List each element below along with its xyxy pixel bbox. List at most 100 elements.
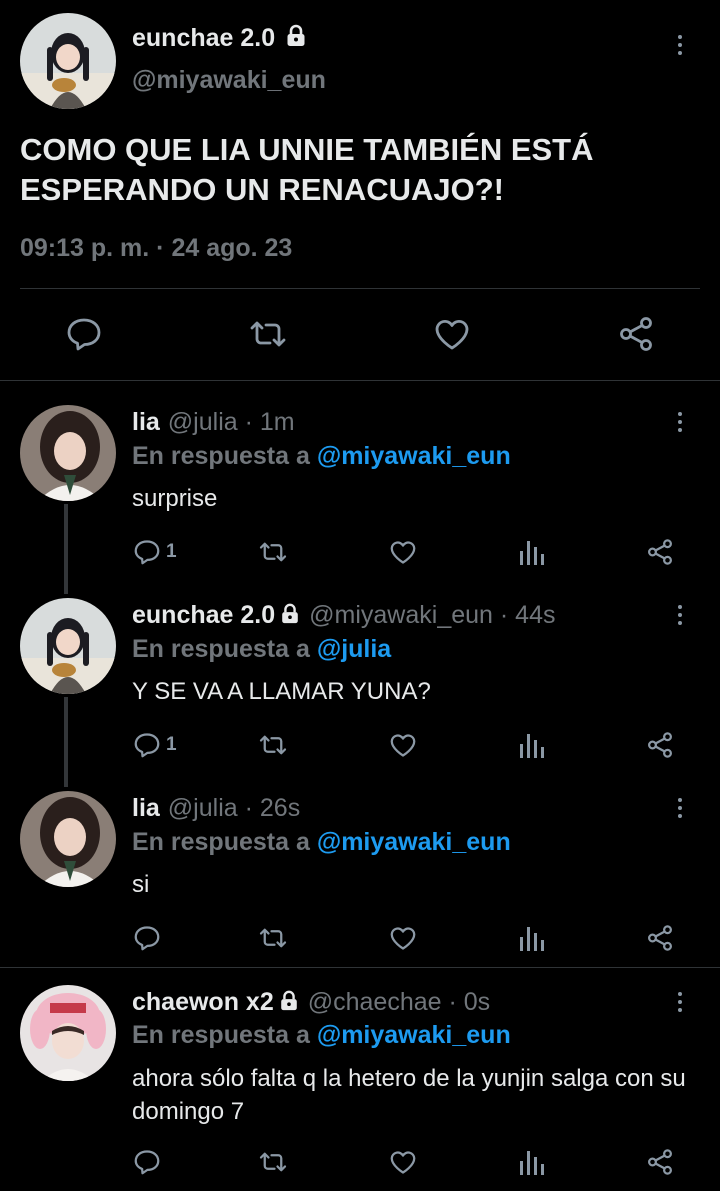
- reply-text: ahora sólo falta q la hetero de la yunji…: [132, 1065, 686, 1125]
- reply-prefix: En respuesta a: [132, 828, 310, 856]
- like-button[interactable]: [388, 923, 418, 953]
- avatar[interactable]: [20, 405, 116, 501]
- main-tweet-handle[interactable]: @miyawaki_eun: [132, 66, 326, 95]
- retweet-icon: [259, 928, 287, 948]
- retweet-button[interactable]: [258, 923, 288, 953]
- avatar[interactable]: [20, 791, 116, 887]
- reply-context: En respuesta a @julia: [132, 635, 391, 664]
- divider: [20, 288, 700, 289]
- like-icon: [390, 1151, 416, 1174]
- main-tweet-text: COMO QUE LIA UNNIE TAMBIÉN ESTÁ ESPERAND…: [20, 132, 594, 207]
- share-icon: [648, 539, 672, 565]
- more-options-icon[interactable]: [670, 987, 690, 1017]
- retweet-icon: [259, 735, 287, 755]
- display-name[interactable]: eunchae 2.0: [132, 24, 275, 52]
- like-icon: [390, 734, 416, 757]
- time-ago[interactable]: · 0s: [449, 988, 491, 1016]
- reply-count: 1: [166, 541, 177, 562]
- reply-icon: [134, 733, 160, 758]
- views-icon: [520, 1151, 544, 1175]
- like-icon: [390, 541, 416, 564]
- reply-header: eunchae 2.0 @miyawaki_eun · 44s: [132, 601, 555, 630]
- handle[interactable]: @chaechae: [308, 988, 442, 1016]
- reply-prefix: En respuesta a: [132, 635, 310, 663]
- like-button[interactable]: [388, 1147, 418, 1177]
- retweet-button[interactable]: [258, 730, 288, 760]
- thread-line: [64, 504, 68, 594]
- views-icon: [520, 927, 544, 951]
- main-tweet-name[interactable]: eunchae 2.0: [132, 24, 308, 53]
- reply-icon: [134, 540, 160, 565]
- avatar[interactable]: [20, 985, 116, 1081]
- avatar[interactable]: [20, 598, 116, 694]
- reply-header: chaewon x2 @chaechae · 0s: [132, 988, 490, 1017]
- reply-button[interactable]: 1: [132, 730, 177, 760]
- like-button[interactable]: [388, 730, 418, 760]
- handle[interactable]: @julia: [168, 794, 238, 822]
- mention-link[interactable]: @miyawaki_eun: [317, 1021, 511, 1049]
- more-options-icon[interactable]: [670, 407, 690, 437]
- share-icon: [648, 925, 672, 951]
- share-icon: [648, 1149, 672, 1175]
- reply-prefix: En respuesta a: [132, 1021, 310, 1049]
- share-button[interactable]: [645, 923, 675, 953]
- display-name[interactable]: lia: [132, 408, 160, 436]
- share-button[interactable]: [645, 730, 675, 760]
- reply-prefix: En respuesta a: [132, 442, 310, 470]
- reply-header: lia @julia · 26s: [132, 794, 300, 823]
- share-button[interactable]: [645, 1147, 675, 1177]
- divider: [0, 380, 720, 381]
- share-icon[interactable]: [616, 314, 656, 354]
- more-options-icon[interactable]: [670, 600, 690, 630]
- like-button[interactable]: [388, 537, 418, 567]
- handle[interactable]: @miyawaki_eun: [309, 601, 493, 629]
- time-ago[interactable]: · 44s: [500, 601, 556, 629]
- views-icon: [520, 541, 544, 565]
- retweet-button[interactable]: [258, 1147, 288, 1177]
- retweet-icon: [259, 542, 287, 562]
- reply-header: lia @julia · 1m: [132, 408, 295, 437]
- reply-button[interactable]: [132, 1147, 162, 1177]
- reply-context: En respuesta a @miyawaki_eun: [132, 442, 511, 471]
- reply-icon: [134, 1150, 160, 1175]
- display-name[interactable]: lia: [132, 794, 160, 822]
- mention-link[interactable]: @miyawaki_eun: [317, 828, 511, 856]
- like-icon[interactable]: [432, 314, 472, 354]
- time-ago[interactable]: · 1m: [245, 408, 295, 436]
- like-icon: [390, 927, 416, 950]
- mention-link[interactable]: @julia: [317, 635, 391, 663]
- main-tweet-timestamp[interactable]: 09:13 p. m. · 24 ago. 23: [20, 234, 292, 263]
- share-button[interactable]: [645, 537, 675, 567]
- retweet-icon[interactable]: [248, 314, 288, 354]
- reply-button[interactable]: [132, 923, 162, 953]
- reply-text: Y SE VA A LLAMAR YUNA?: [132, 678, 431, 705]
- lock-icon: [282, 603, 298, 624]
- retweet-icon: [259, 1152, 287, 1172]
- avatar-main[interactable]: [20, 13, 116, 109]
- handle[interactable]: @julia: [168, 408, 238, 436]
- mention-link[interactable]: @miyawaki_eun: [317, 442, 511, 470]
- lock-icon: [280, 990, 297, 1011]
- views-button[interactable]: [518, 923, 546, 953]
- reply-icon[interactable]: [64, 314, 104, 354]
- more-options-icon[interactable]: [670, 793, 690, 823]
- views-button[interactable]: [518, 730, 546, 760]
- reply-button[interactable]: 1: [132, 537, 177, 567]
- time-ago[interactable]: · 26s: [245, 794, 301, 822]
- reply-text: si: [132, 871, 150, 898]
- display-name[interactable]: chaewon x2: [132, 988, 274, 1016]
- retweet-button[interactable]: [258, 537, 288, 567]
- thread-line: [64, 697, 68, 787]
- reply-context: En respuesta a @miyawaki_eun: [132, 1021, 511, 1050]
- share-icon: [648, 732, 672, 758]
- reply-icon: [134, 926, 160, 951]
- reply-text: surprise: [132, 485, 218, 512]
- views-icon: [520, 734, 544, 758]
- views-button[interactable]: [518, 1147, 546, 1177]
- reply-context: En respuesta a @miyawaki_eun: [132, 828, 511, 857]
- reply-count: 1: [166, 734, 177, 755]
- views-button[interactable]: [518, 537, 546, 567]
- display-name[interactable]: eunchae 2.0: [132, 601, 275, 629]
- divider: [0, 967, 720, 968]
- more-options-icon[interactable]: [670, 30, 690, 60]
